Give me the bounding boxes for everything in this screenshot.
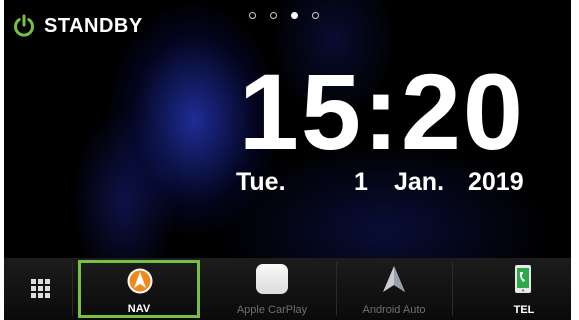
dock-item-apple-carplay[interactable]: Apple CarPlay xyxy=(216,260,328,318)
dock-divider xyxy=(452,262,453,316)
carplay-icon xyxy=(256,264,288,294)
navigation-arrow-icon xyxy=(127,268,153,294)
dock-divider xyxy=(336,262,337,316)
page-dot[interactable] xyxy=(249,12,256,19)
page-dot[interactable] xyxy=(312,12,319,19)
apps-menu-button[interactable] xyxy=(20,272,60,304)
date-number: 1 xyxy=(354,168,368,196)
standby-button[interactable]: STANDBY xyxy=(12,14,143,38)
dock-item-label: Android Auto xyxy=(362,304,426,316)
date-day: Tue. xyxy=(236,168,286,196)
head-unit-screen: STANDBY 15:20 Tue. 1 Jan. 2019 NAV Apple… xyxy=(4,0,571,320)
date-year: 2019 xyxy=(468,168,524,196)
clock-time: 15:20 xyxy=(238,51,525,172)
page-indicator[interactable] xyxy=(249,12,319,19)
dock-item-label: TEL xyxy=(513,304,535,316)
dock-item-tel[interactable]: TEL xyxy=(494,260,554,318)
standby-label: STANDBY xyxy=(44,14,143,37)
dock-item-nav[interactable]: NAV xyxy=(78,260,200,318)
android-auto-icon xyxy=(383,266,405,292)
power-icon xyxy=(14,14,34,37)
phone-icon xyxy=(515,265,531,293)
dock-item-android-auto[interactable]: Android Auto xyxy=(344,260,444,318)
page-dot[interactable] xyxy=(270,12,277,19)
dock-divider xyxy=(72,262,73,316)
dock-item-label: Apple CarPlay xyxy=(236,304,308,316)
page-dot-active[interactable] xyxy=(291,12,298,19)
date-month: Jan. xyxy=(394,168,445,196)
dock-item-label: NAV xyxy=(127,303,151,315)
grid-icon xyxy=(30,278,50,298)
